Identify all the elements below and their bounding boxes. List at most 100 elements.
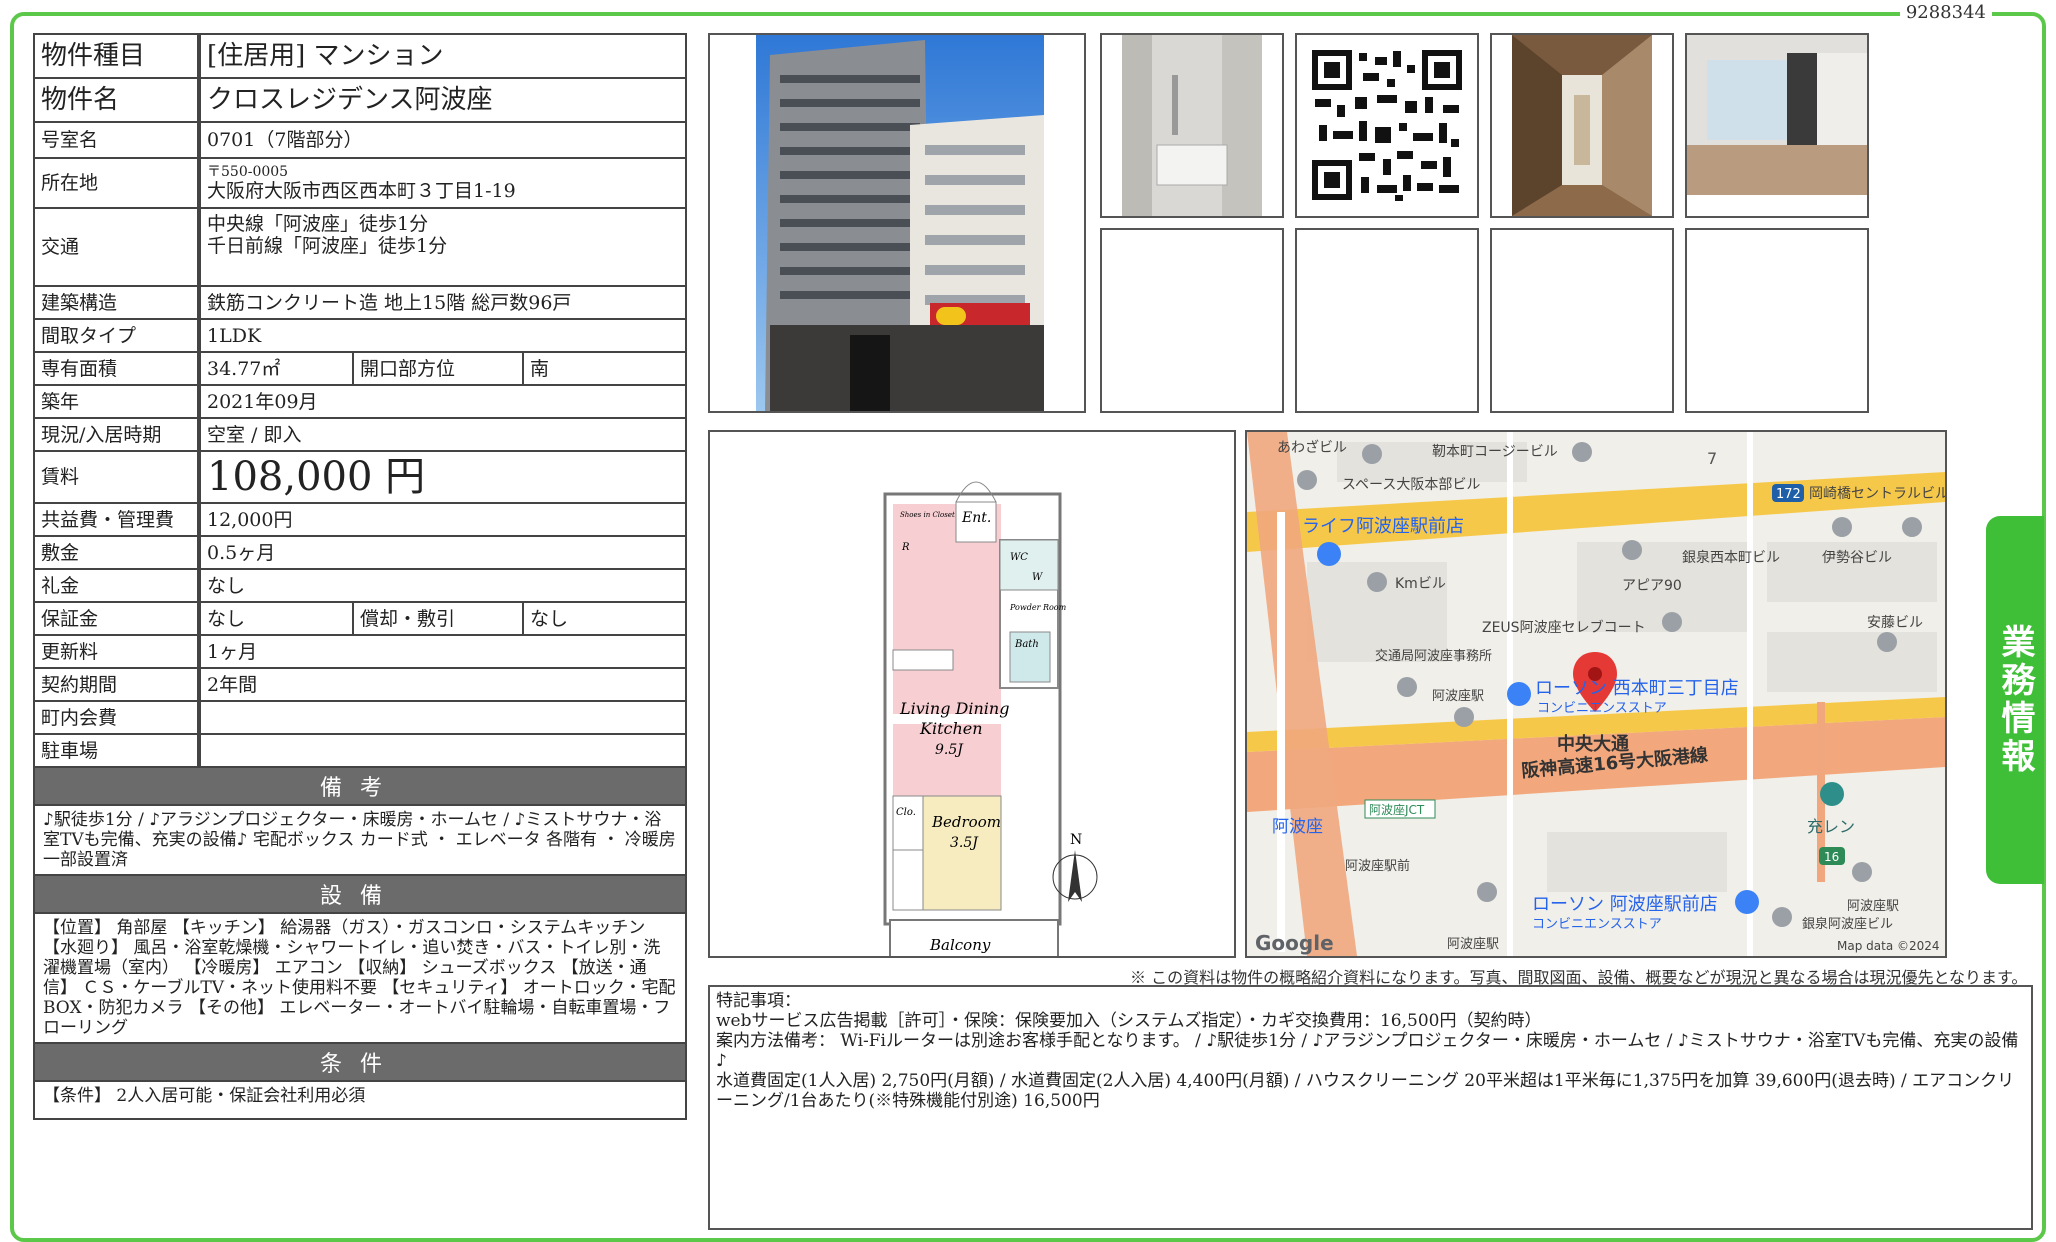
property-info-table: 物件種目 [住居用] マンション 物件名 クロスレジデンス阿波座 号室名 070… bbox=[33, 33, 687, 1120]
map-label-17: 阿波座JCT bbox=[1369, 802, 1425, 817]
map-label-1: 靭本町コージービル bbox=[1432, 444, 1558, 460]
fp-ldk-2: Kitchen bbox=[919, 719, 983, 738]
value-deposit: 0.5ヶ月 bbox=[207, 541, 276, 564]
value-town-fee bbox=[201, 702, 685, 733]
equipment-header: 設備 bbox=[35, 876, 685, 914]
fp-bedroom: Bedroom bbox=[931, 813, 1001, 831]
location-map[interactable]: 172 16 7 あわざビル 靭本町コージービル スペース大阪本部ビル 岡崎橋セ… bbox=[1245, 430, 1947, 958]
map-label-3: 岡崎橋セントラルビル bbox=[1809, 486, 1945, 502]
value-name: クロスレジデンス阿波座 bbox=[207, 85, 493, 115]
building-exterior-photo[interactable] bbox=[708, 33, 1086, 413]
map-label-14: コンビニエンスストア bbox=[1537, 701, 1667, 716]
value-contract: 2年間 bbox=[207, 673, 258, 696]
map-label-7: Kmビル bbox=[1395, 576, 1446, 592]
value-status: 空室 / 即入 bbox=[207, 423, 302, 446]
fp-closet: Clo. bbox=[896, 807, 916, 818]
value-renewal: 1ヶ月 bbox=[207, 640, 258, 663]
living-room-photo[interactable] bbox=[1685, 33, 1869, 218]
conditions-text: 【条件】 2人入居可能・保証会社利用必須 bbox=[43, 1086, 366, 1106]
building-photo-image bbox=[756, 35, 1044, 411]
row-area: 専有面積 34.77㎡ 開口部方位 南 bbox=[35, 353, 685, 386]
charging-station-icon bbox=[1820, 782, 1844, 806]
map-label-6: 伊勢谷ビル bbox=[1822, 550, 1892, 566]
map-label-25: 銀泉阿波座ビル bbox=[1802, 916, 1893, 932]
value-layout: 1LDK bbox=[207, 324, 262, 347]
label-amortization: 償却・敷引 bbox=[354, 603, 524, 634]
fp-powder: Powder Room bbox=[1009, 603, 1067, 612]
transport-line-1: 中央線「阿波座」徒歩1分 bbox=[207, 213, 429, 235]
fp-balcony: Balcony bbox=[929, 936, 991, 954]
grocery-store-icon bbox=[1317, 542, 1341, 566]
value-parking bbox=[201, 735, 685, 766]
fp-w: W bbox=[1032, 572, 1043, 583]
map-label-18: 阿波座 bbox=[1272, 817, 1323, 837]
map-label-20: 充レン bbox=[1807, 817, 1855, 836]
row-town-fee: 町内会費 bbox=[35, 702, 685, 735]
value-orientation: 南 bbox=[530, 357, 550, 380]
value-type: [住居用] マンション bbox=[207, 41, 444, 71]
value-room: 0701（7階部分） bbox=[207, 129, 363, 151]
row-status: 現況/入居時期 空室 / 即入 bbox=[35, 419, 685, 452]
convenience-store-icon bbox=[1735, 890, 1759, 914]
map-label-24: 阿波座駅 bbox=[1447, 937, 1499, 952]
special-notes-box: 特記事項： webサービス広告掲載［許可］・保険：保険要加入（システムズ指定）・… bbox=[708, 985, 2033, 1230]
label-town-fee: 町内会費 bbox=[35, 702, 201, 733]
remarks-text: ♪駅徒歩1分 / ♪アラジンプロジェクター・床暖房・ホームセ / ♪ミストサウナ… bbox=[35, 806, 685, 876]
row-rent: 賃料 108,000 円 bbox=[35, 452, 685, 504]
label-built: 築年 bbox=[35, 386, 201, 417]
map-label-12: 阿波座駅 bbox=[1432, 689, 1484, 704]
label-transport: 交通 bbox=[35, 209, 201, 285]
route-16: 16 bbox=[1824, 850, 1839, 864]
label-address: 所在地 bbox=[35, 159, 201, 207]
bathroom-photo[interactable] bbox=[1100, 33, 1284, 218]
qr-code[interactable] bbox=[1295, 33, 1479, 218]
fp-entrance: Ent. bbox=[961, 510, 991, 526]
route-7: 7 bbox=[1707, 449, 1717, 468]
floor-plan[interactable]: Shoes in Closet Ent. WC W R Powder Room … bbox=[708, 430, 1236, 969]
transport-line-2: 千日前線「阿波座」徒歩1分 bbox=[207, 235, 448, 257]
empty-photo-slot-3 bbox=[1490, 228, 1674, 413]
value-guarantee: なし bbox=[201, 603, 354, 634]
row-type: 物件種目 [住居用] マンション bbox=[35, 35, 685, 79]
value-structure: 鉄筋コンクリート造 地上15階 総戸数96戸 bbox=[207, 291, 572, 314]
fp-north: N bbox=[1070, 832, 1082, 848]
label-name: 物件名 bbox=[35, 79, 201, 121]
map-label-23: 阿波座駅 bbox=[1847, 899, 1899, 914]
row-contract: 契約期間 2年間 bbox=[35, 669, 685, 702]
fp-wc: WC bbox=[1010, 552, 1028, 563]
notes-line-3: 水道費固定(1人入居) 2,750円(月額) / 水道費固定(2人入居) 4,4… bbox=[716, 1071, 2015, 1111]
label-layout: 間取タイプ bbox=[35, 320, 201, 351]
fp-shoes-closet: Shoes in Closet bbox=[900, 511, 955, 519]
map-label-0: あわざビル bbox=[1277, 439, 1347, 456]
row-structure: 建築構造 鉄筋コンクリート造 地上15階 総戸数96戸 bbox=[35, 287, 685, 320]
label-area: 専有面積 bbox=[35, 353, 201, 384]
document-number: 9288344 bbox=[1899, 2, 1992, 23]
value-address: 大阪府大阪市西区西本町３丁目1-19 bbox=[207, 179, 516, 202]
label-deposit: 敷金 bbox=[35, 537, 201, 568]
map-label-19: 阿波座駅前 bbox=[1345, 858, 1410, 874]
google-logo: Google bbox=[1255, 931, 1334, 955]
hallway-photo[interactable] bbox=[1490, 33, 1674, 218]
equipment-text: 【位置】 角部屋 【キッチン】 給湯器（ガス）・ガスコンロ・システムキッチン 【… bbox=[35, 914, 685, 1044]
value-rent: 108,000 円 bbox=[207, 454, 426, 500]
map-label-2: スペース大阪本部ビル bbox=[1342, 477, 1480, 493]
business-info-tab[interactable]: 業務情報 bbox=[1986, 516, 2044, 884]
label-rent: 賃料 bbox=[35, 452, 201, 502]
map-label-10: 安藤ビル bbox=[1867, 615, 1923, 631]
label-parking: 駐車場 bbox=[35, 735, 201, 766]
map-label-9: ZEUS阿波座セレブコート bbox=[1482, 619, 1646, 636]
map-label-13: ローソン 西本町三丁目店 bbox=[1535, 678, 1739, 699]
row-fee: 共益費・管理費 12,000円 bbox=[35, 504, 685, 537]
label-type: 物件種目 bbox=[35, 35, 201, 77]
fp-ldk-1: Living Dining bbox=[899, 699, 1009, 718]
row-address: 所在地 〒550-0005 大阪府大阪市西区西本町３丁目1-19 bbox=[35, 159, 685, 209]
map-label-4: ライフ阿波座駅前店 bbox=[1302, 516, 1464, 537]
empty-photo-slot-1 bbox=[1100, 228, 1284, 413]
business-info-tab-label: 業務情報 bbox=[1995, 624, 2035, 776]
fp-ldk-size: 9.5J bbox=[935, 742, 964, 758]
empty-photo-slot-4 bbox=[1685, 228, 1869, 413]
value-amortization: なし bbox=[530, 607, 569, 630]
notes-line-2: 案内方法備考： Wi-Fiルーターは別途お客様手配となります。 / ♪駅徒歩1分… bbox=[716, 1031, 2019, 1071]
value-fee: 12,000円 bbox=[207, 508, 293, 531]
label-orientation: 開口部方位 bbox=[354, 353, 524, 384]
